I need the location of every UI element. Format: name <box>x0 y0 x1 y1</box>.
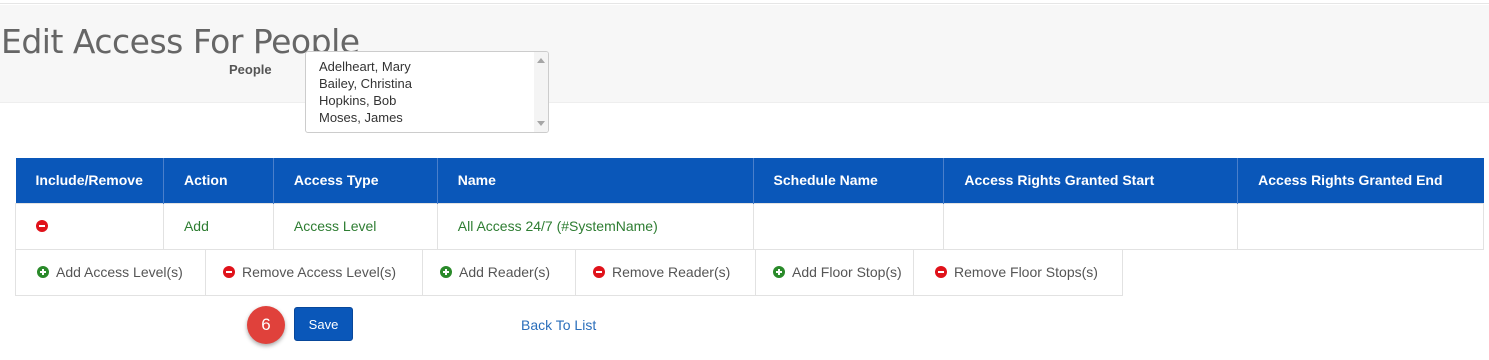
column-header-action: Action <box>163 158 274 203</box>
add-circle-icon <box>440 266 452 278</box>
name-cell: All Access 24/7 (#SystemName) <box>436 202 754 250</box>
top-divider <box>0 0 1489 4</box>
schedule-name-cell <box>752 202 945 250</box>
access-type-cell: Access Level <box>272 202 438 250</box>
access-table: Include/Remove Action Access Type Name S… <box>15 158 1484 250</box>
access-toolbar: Add Access Level(s) Remove Access Level(… <box>15 249 1123 296</box>
scroll-up-icon[interactable] <box>537 58 545 63</box>
remove-readers-button[interactable]: Remove Reader(s) <box>576 249 756 295</box>
add-readers-button[interactable]: Add Reader(s) <box>423 249 576 295</box>
action-cell: Add <box>162 202 274 250</box>
scroll-down-icon[interactable] <box>537 121 545 126</box>
people-list-item[interactable]: Bailey, Christina <box>319 75 548 92</box>
column-header-schedule-name: Schedule Name <box>753 158 945 203</box>
rights-start-cell <box>943 202 1239 250</box>
column-header-name: Name <box>437 158 754 203</box>
column-header-access-type: Access Type <box>273 158 438 203</box>
back-to-list-link[interactable]: Back To List <box>521 317 596 333</box>
people-listbox[interactable]: Adelheart, Mary Bailey, Christina Hopkin… <box>305 51 549 133</box>
column-header-include-remove: Include/Remove <box>15 158 164 203</box>
add-circle-icon <box>37 266 49 278</box>
remove-circle-icon <box>223 266 235 278</box>
remove-floor-stops-label: Remove Floor Stops(s) <box>954 264 1098 280</box>
save-button[interactable]: Save <box>294 307 353 341</box>
add-floor-stops-label: Add Floor Stop(s) <box>792 264 902 280</box>
add-access-levels-label: Add Access Level(s) <box>56 264 183 280</box>
add-circle-icon <box>773 266 785 278</box>
rights-end-cell <box>1237 202 1484 250</box>
remove-floor-stops-button[interactable]: Remove Floor Stops(s) <box>914 249 1121 295</box>
remove-circle-icon[interactable] <box>36 220 48 232</box>
column-header-rights-start: Access Rights Granted Start <box>943 158 1239 203</box>
remove-circle-icon <box>593 266 605 278</box>
column-header-rights-end: Access Rights Granted End <box>1237 158 1484 203</box>
remove-circle-icon <box>935 266 947 278</box>
people-list-item[interactable]: Moses, James <box>319 109 548 126</box>
step-number-badge: 6 <box>247 306 285 344</box>
people-list-scrollbar[interactable] <box>534 52 548 132</box>
people-list-item[interactable]: Hopkins, Bob <box>319 92 548 109</box>
remove-access-levels-button[interactable]: Remove Access Level(s) <box>206 249 423 295</box>
people-list-item[interactable]: Adelheart, Mary <box>319 58 548 75</box>
add-readers-label: Add Reader(s) <box>459 264 551 280</box>
table-header-row: Include/Remove Action Access Type Name S… <box>15 158 1484 203</box>
remove-readers-label: Remove Reader(s) <box>612 264 731 280</box>
include-remove-cell <box>15 202 164 250</box>
add-access-levels-button[interactable]: Add Access Level(s) <box>16 249 206 295</box>
people-label: People <box>229 62 272 77</box>
remove-access-levels-label: Remove Access Level(s) <box>242 264 397 280</box>
add-floor-stops-button[interactable]: Add Floor Stop(s) <box>756 249 914 295</box>
table-row: Add Access Level All Access 24/7 (#Syste… <box>15 202 1484 250</box>
